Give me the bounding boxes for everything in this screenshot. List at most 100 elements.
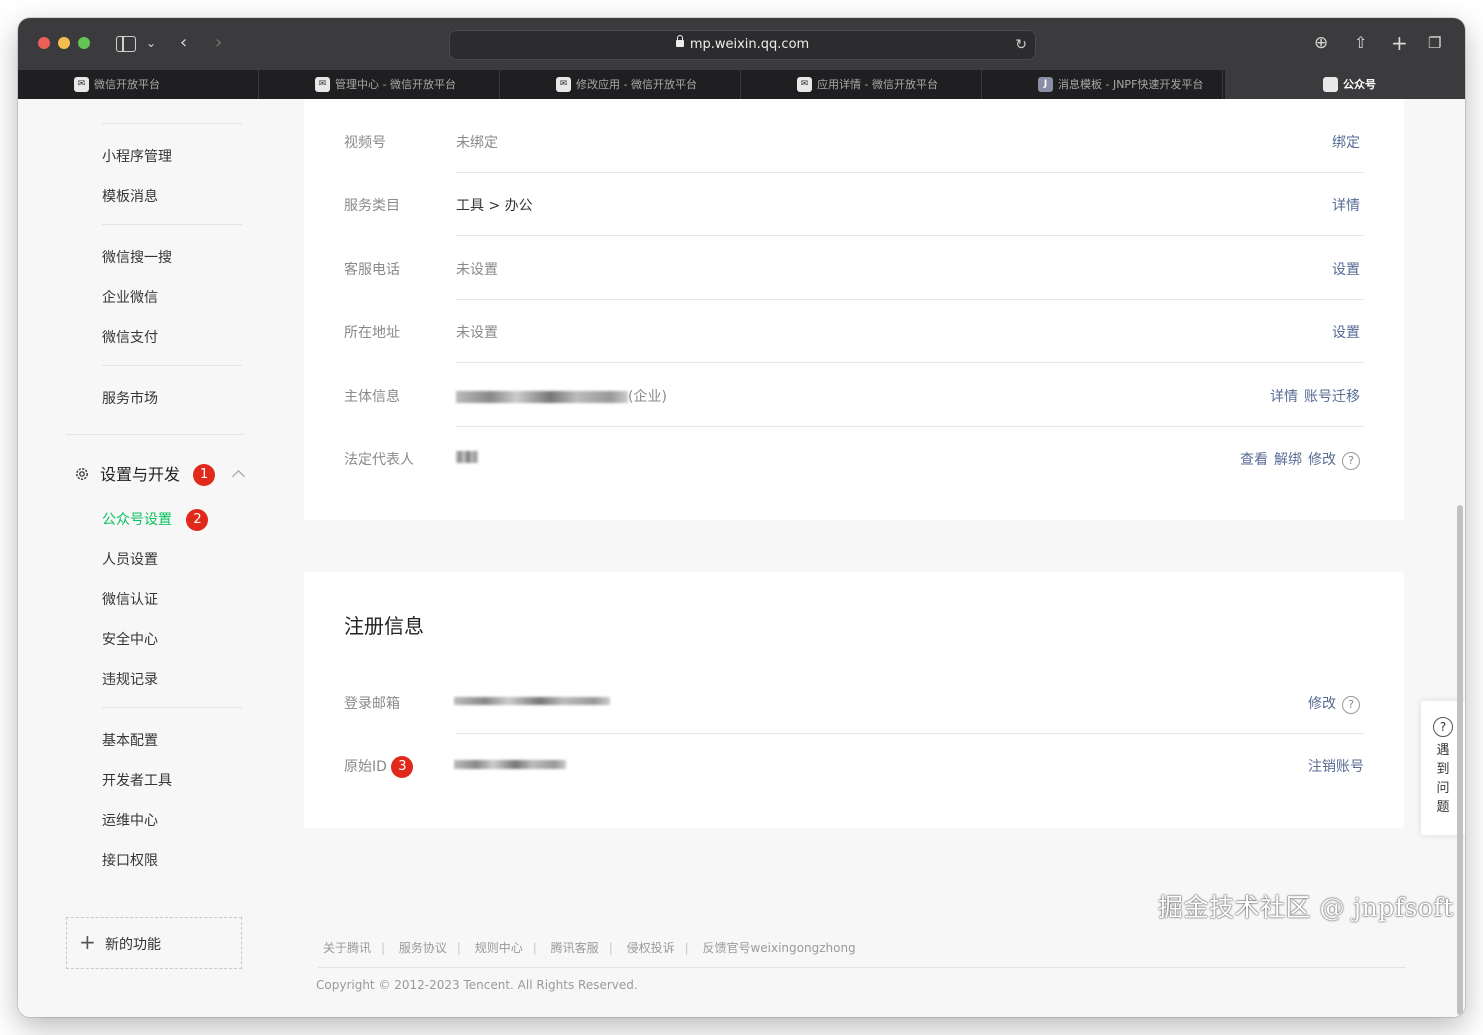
footer-link[interactable]: 服务协议 — [399, 941, 447, 955]
zoom-window-button[interactable] — [78, 37, 90, 49]
tab-app-detail[interactable]: ✉ 应用详情 - 微信开放平台 — [741, 70, 982, 99]
tab-official-account[interactable]: 公众号 — [1225, 70, 1465, 99]
minimize-window-button[interactable] — [58, 37, 70, 49]
new-feature-button[interactable]: + 新的功能 — [66, 917, 242, 969]
nav-item-wecom[interactable]: 企业微信 — [102, 287, 158, 307]
nav-item-wechat-pay[interactable]: 微信支付 — [102, 327, 158, 347]
nav-item-security-center[interactable]: 安全中心 — [102, 629, 158, 649]
row-label: 视频号 — [344, 135, 386, 151]
migrate-link[interactable]: 账号迁移 — [1304, 389, 1360, 405]
wechat-icon: ✉ — [315, 77, 330, 92]
account-info-card: 视频号 未绑定 绑定 服务类目 工具 > 办公 详情 客服电话 未设置 设置 所… — [304, 99, 1404, 520]
footer-link[interactable]: 侵权投诉 — [627, 941, 675, 955]
wechat-icon: ✉ — [556, 77, 571, 92]
share-icon[interactable]: ⇧ — [1354, 32, 1367, 54]
set-link[interactable]: 设置 — [1332, 262, 1360, 278]
tab-management-center[interactable]: ✉ 管理中心 - 微信开放平台 — [259, 70, 500, 99]
row-label: 主体信息 — [344, 389, 400, 405]
help-icon[interactable]: ? — [1342, 696, 1360, 714]
row-divider — [456, 235, 1364, 236]
entity-type: (企业) — [628, 389, 667, 405]
tab-message-template[interactable]: J 消息模板 - JNPF快速开发平台 — [982, 70, 1223, 99]
reload-icon[interactable]: ↻ — [1015, 31, 1027, 59]
info-row-address: 所在地址 未设置 设置 — [344, 300, 1364, 363]
tab-wechat-open-platform[interactable]: ✉ 微信开放平台 — [18, 70, 259, 99]
tab-title: 公众号 — [1343, 78, 1376, 91]
row-divider — [456, 362, 1364, 363]
row-label: 登录邮箱 — [344, 696, 400, 712]
nav-item-account-settings[interactable]: 公众号设置 2 — [102, 509, 209, 532]
redacted-text — [454, 759, 566, 769]
reg-row-original-id: 原始ID 3 注销账号 — [344, 734, 1364, 797]
url-text: mp.weixin.qq.com — [689, 37, 810, 52]
row-value: 未设置 — [456, 262, 498, 278]
row-value — [456, 449, 478, 465]
nav-item-ops-center[interactable]: 运维中心 — [102, 810, 158, 830]
nav-item-service-market[interactable]: 服务市场 — [102, 388, 158, 408]
tab-title: 微信开放平台 — [94, 78, 160, 91]
nav-item-basic-config[interactable]: 基本配置 — [102, 730, 158, 750]
unbind-link[interactable]: 解绑 — [1274, 452, 1302, 468]
tab-title: 修改应用 - 微信开放平台 — [576, 78, 697, 91]
info-row-channels: 视频号 未绑定 绑定 — [344, 110, 1364, 173]
row-label: 客服电话 — [344, 262, 400, 278]
footer-link[interactable]: 腾讯客服 — [551, 941, 599, 955]
nav-item-template-msg[interactable]: 模板消息 — [102, 186, 158, 206]
info-row-category: 服务类目 工具 > 办公 详情 — [344, 173, 1364, 236]
nav-item-miniprogram[interactable]: 小程序管理 — [102, 146, 172, 166]
view-link[interactable]: 查看 — [1240, 452, 1268, 468]
sidebar-toggle-icon[interactable] — [116, 36, 136, 52]
footer-link[interactable]: 规则中心 — [475, 941, 523, 955]
row-value — [454, 693, 610, 709]
footer-link[interactable]: 反馈官号weixingongzhong — [702, 941, 855, 955]
new-tab-icon[interactable]: + — [1391, 32, 1408, 54]
nav-divider — [66, 434, 244, 435]
nav-item-api-permissions[interactable]: 接口权限 — [102, 850, 158, 870]
reg-row-email: 登录邮箱 修改? — [344, 671, 1364, 734]
nav-item-wechat-verify[interactable]: 微信认证 — [102, 589, 158, 609]
redacted-text — [454, 697, 610, 705]
detail-link[interactable]: 详情 — [1270, 389, 1298, 405]
close-window-button[interactable] — [38, 37, 50, 49]
forward-icon[interactable]: › — [215, 32, 222, 54]
wechat-icon — [1323, 77, 1338, 92]
deregister-link[interactable]: 注销账号 — [1308, 759, 1364, 775]
nav-divider — [102, 365, 242, 366]
nav-item-dev-tools[interactable]: 开发者工具 — [102, 770, 172, 790]
bind-link[interactable]: 绑定 — [1332, 135, 1360, 151]
left-nav: 小程序管理 模板消息 微信搜一搜 企业微信 微信支付 服务市场 设置与开发 1 … — [18, 99, 288, 1017]
plus-icon: + — [79, 930, 96, 954]
tab-edit-app[interactable]: ✉ 修改应用 - 微信开放平台 — [500, 70, 741, 99]
scrollbar[interactable] — [1457, 505, 1463, 1015]
nav-item-violation-records[interactable]: 违规记录 — [102, 669, 158, 689]
modify-link[interactable]: 修改 — [1308, 452, 1336, 468]
nav-section-settings-dev[interactable]: 设置与开发 1 — [74, 461, 246, 488]
row-label: 原始ID 3 — [344, 756, 414, 779]
back-icon[interactable]: ‹ — [180, 32, 187, 54]
step-badge: 3 — [391, 756, 414, 778]
tab-title: 应用详情 - 微信开放平台 — [817, 78, 938, 91]
detail-link[interactable]: 详情 — [1332, 198, 1360, 214]
footer-link[interactable]: 关于腾讯 — [323, 941, 371, 955]
page-content: 小程序管理 模板消息 微信搜一搜 企业微信 微信支付 服务市场 设置与开发 1 … — [18, 99, 1465, 1017]
row-label: 法定代表人 — [344, 452, 414, 468]
help-icon[interactable]: ? — [1342, 452, 1360, 470]
chevron-down-icon[interactable]: ⌄ — [146, 32, 156, 54]
info-row-phone: 客服电话 未设置 设置 — [344, 237, 1364, 300]
download-icon[interactable]: ⊕ — [1314, 32, 1328, 54]
nav-item-label: 公众号设置 — [102, 512, 172, 528]
nav-divider — [102, 123, 242, 124]
modify-email-link[interactable]: 修改 — [1308, 696, 1336, 712]
step-badge: 2 — [186, 509, 209, 531]
nav-item-staff-settings[interactable]: 人员设置 — [102, 549, 158, 569]
wechat-icon: ✉ — [74, 77, 89, 92]
chevron-up-icon[interactable] — [232, 470, 246, 483]
address-bar[interactable]: mp.weixin.qq.com ↻ — [449, 30, 1036, 60]
registration-title: 注册信息 — [344, 614, 424, 638]
row-label: 服务类目 — [344, 198, 400, 214]
tab-overview-icon[interactable]: ❐ — [1428, 32, 1441, 54]
nav-item-wechat-search[interactable]: 微信搜一搜 — [102, 247, 172, 267]
set-link[interactable]: 设置 — [1332, 325, 1360, 341]
new-feature-label: 新的功能 — [105, 937, 161, 953]
nav-divider — [102, 224, 242, 225]
